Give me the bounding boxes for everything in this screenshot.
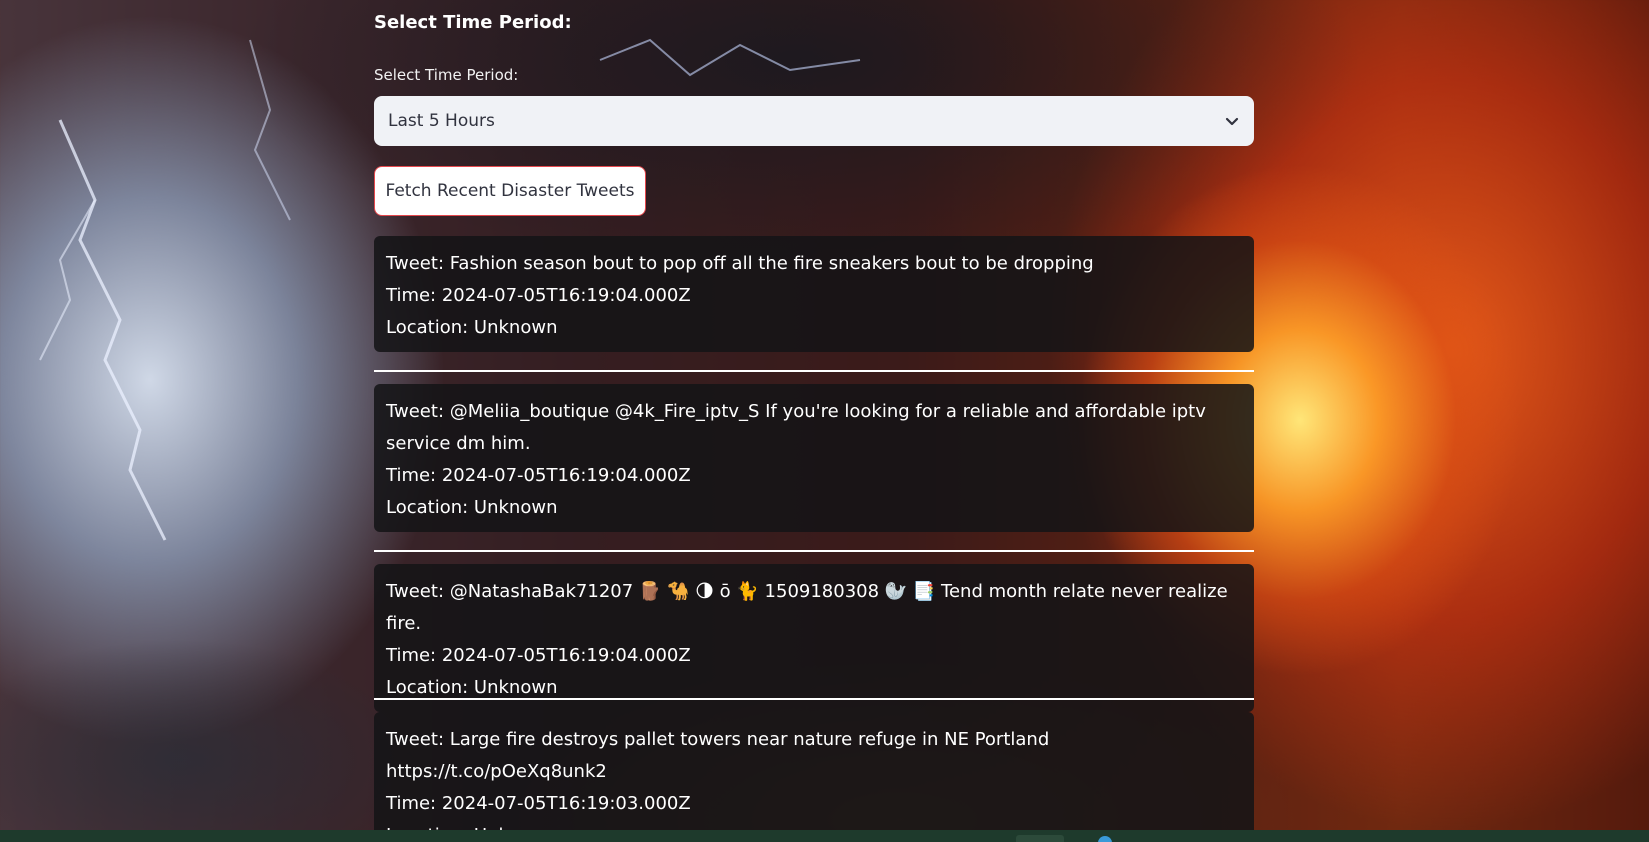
chevron-down-icon[interactable] xyxy=(1222,111,1242,131)
tweet-divider xyxy=(374,698,1254,700)
os-taskbar xyxy=(0,830,1649,842)
time-period-label: Select Time Period: xyxy=(374,66,519,84)
tweet-card: Tweet: @Meliia_boutique @4k_Fire_iptv_S … xyxy=(374,384,1254,532)
tweet-card: Tweet: @NatashaBak71207 🪵 🐪 🌗 ō 🐈 150918… xyxy=(374,564,1254,712)
tweet-time: Time: 2024-07-05T16:19:04.000Z xyxy=(386,285,691,306)
tweet-card: Tweet: Fashion season bout to pop off al… xyxy=(374,236,1254,352)
tweet-location: Location: Unknown xyxy=(386,497,558,518)
tweet-time: Time: 2024-07-05T16:19:04.000Z xyxy=(386,465,691,486)
browser-icon[interactable] xyxy=(1098,836,1112,842)
tweet-time: Time: 2024-07-05T16:19:04.000Z xyxy=(386,645,691,666)
tweet-divider xyxy=(374,550,1254,552)
tweet-text: Tweet: @Meliia_boutique @4k_Fire_iptv_S … xyxy=(386,401,1206,454)
time-period-select[interactable]: Last 5 Hours xyxy=(374,96,1254,146)
tweet-divider xyxy=(374,370,1254,372)
time-period-selected-value: Last 5 Hours xyxy=(388,111,495,131)
fetch-tweets-button[interactable]: Fetch Recent Disaster Tweets xyxy=(374,166,646,216)
section-title: Select Time Period: xyxy=(374,12,572,33)
tweet-location: Location: Unknown xyxy=(386,317,558,338)
tweet-text: Tweet: Fashion season bout to pop off al… xyxy=(386,253,1094,274)
tweet-card: Tweet: Large fire destroys pallet towers… xyxy=(374,712,1254,842)
tweet-time: Time: 2024-07-05T16:19:03.000Z xyxy=(386,793,691,814)
tweet-text: Tweet: @NatashaBak71207 🪵 🐪 🌗 ō 🐈 150918… xyxy=(386,581,1228,634)
tweet-text: Tweet: Large fire destroys pallet towers… xyxy=(386,729,1050,782)
taskbar-app-button[interactable] xyxy=(1016,835,1064,842)
